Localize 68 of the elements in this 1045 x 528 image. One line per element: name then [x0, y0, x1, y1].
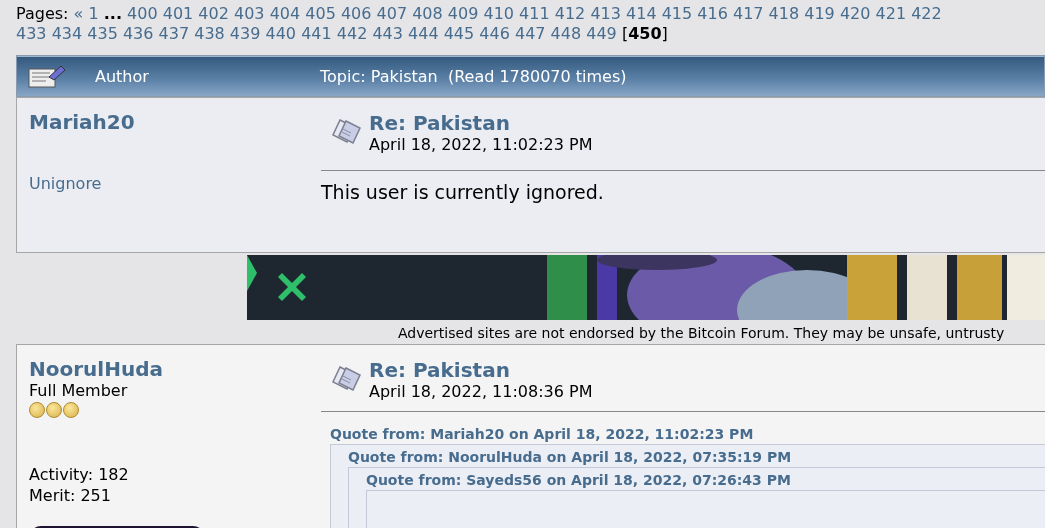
page-link[interactable]: 442 — [336, 24, 368, 43]
page-link[interactable]: 420 — [839, 4, 871, 23]
pinned-note-icon — [27, 63, 67, 89]
topic-title: Topic: Pakistan (Read 1780070 times) — [320, 66, 627, 86]
page-link[interactable]: 441 — [301, 24, 332, 43]
page-link[interactable]: 440 — [265, 24, 297, 43]
ellipsis: ... — [103, 4, 122, 23]
page-link[interactable]: 421 — [875, 4, 907, 23]
page-link[interactable]: 444 — [408, 24, 439, 43]
unignore-link[interactable]: Unignore — [29, 174, 102, 193]
author-name-link[interactable]: Mariah20 — [29, 110, 319, 134]
page-link[interactable]: 415 — [661, 4, 693, 23]
page-link[interactable]: 445 — [443, 24, 475, 43]
quote-header-link[interactable]: Quote from: NoorulHuda on April 18, 2022, 07:35:19 PM — [348, 445, 1045, 467]
activity-count: Activity: 182 — [29, 464, 130, 485]
page-link[interactable]: 435 — [87, 24, 118, 43]
page-link[interactable]: 434 — [51, 24, 83, 43]
page-link[interactable]: 447 — [514, 24, 546, 43]
quote-header-link[interactable]: Quote from: Sayeds56 on April 18, 2022, 07:26:43 PM — [366, 468, 1045, 490]
page-link[interactable]: 410 — [483, 4, 514, 23]
quote-header-link[interactable]: Quote from: Mariah20 on April 18, 2022, 11:02:23 PM — [330, 422, 1045, 444]
post-icon — [331, 364, 363, 392]
page-link[interactable]: 417 — [732, 4, 764, 23]
page-link[interactable]: 401 — [162, 4, 194, 23]
page-link[interactable]: 437 — [158, 24, 190, 43]
post-subject-link[interactable]: Re: Pakistan — [369, 358, 593, 382]
page-link[interactable]: 411 — [519, 4, 550, 23]
page-link[interactable]: 439 — [229, 24, 261, 43]
page-link[interactable]: 408 — [412, 4, 443, 23]
page-link[interactable]: 433 — [16, 24, 47, 43]
post-subject-link[interactable]: Re: Pakistan — [369, 111, 593, 135]
current-page: [450] — [621, 24, 668, 43]
page-link[interactable]: 416 — [697, 4, 728, 23]
page-link[interactable]: 422 — [911, 4, 942, 23]
page-link[interactable]: 436 — [122, 24, 154, 43]
page-link[interactable]: 400 — [127, 4, 158, 23]
post-date: April 18, 2022, 11:02:23 PM — [369, 135, 593, 154]
page-link[interactable]: 443 — [372, 24, 403, 43]
page-link[interactable]: 1 — [88, 4, 99, 23]
post-message: This user is currently ignored. — [321, 180, 605, 203]
page-link[interactable]: 418 — [768, 4, 800, 23]
page-link[interactable]: 446 — [479, 24, 510, 43]
post-date: April 18, 2022, 11:08:36 PM — [369, 382, 593, 401]
page-link[interactable]: 414 — [626, 4, 657, 23]
page-link[interactable]: 406 — [340, 4, 372, 23]
page-link[interactable]: 419 — [804, 4, 835, 23]
page-link[interactable]: 409 — [447, 4, 479, 23]
page-link[interactable]: 402 — [198, 4, 229, 23]
rank-coin-icon — [63, 402, 79, 418]
pages-label: Pages: — [16, 4, 69, 23]
member-rank: Full Member — [29, 381, 129, 400]
merit-count: Merit: 251 — [29, 485, 112, 506]
rank-coin-icon — [46, 402, 62, 418]
page-link[interactable]: 413 — [590, 4, 621, 23]
page-link[interactable]: 407 — [376, 4, 408, 23]
author-column-heading: Author — [95, 66, 150, 86]
page-link[interactable]: 403 — [234, 4, 265, 23]
ad-disclaimer: Advertised sites are not endorsed by the Bitcoin Forum. They may be unsafe, untrusty — [397, 324, 1006, 343]
rank-coin-icon — [29, 402, 45, 418]
page-link[interactable]: 438 — [194, 24, 225, 43]
post-icon — [331, 117, 363, 145]
page-link[interactable]: 404 — [269, 4, 301, 23]
page-link[interactable]: 405 — [305, 4, 336, 23]
page-link[interactable]: 448 — [550, 24, 582, 43]
author-name-link[interactable]: NoorulHuda — [29, 357, 319, 381]
page-link[interactable]: 412 — [554, 4, 586, 23]
previous-page-link[interactable]: « — [73, 4, 84, 23]
page-link[interactable]: 449 — [586, 24, 617, 43]
